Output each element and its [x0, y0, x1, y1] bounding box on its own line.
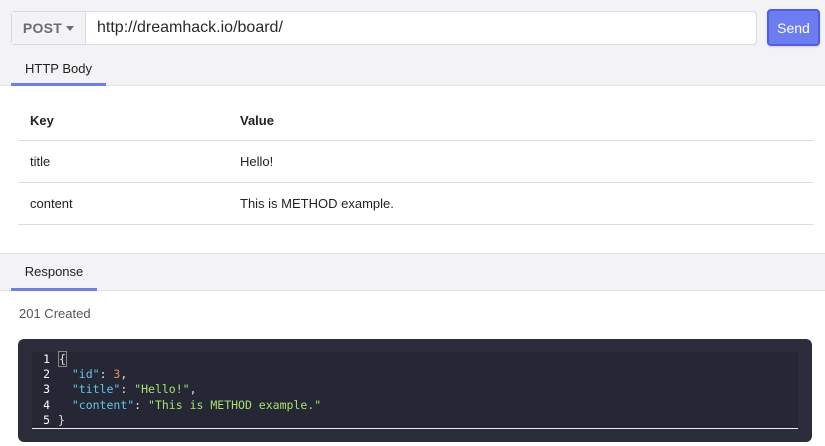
code-line: 1 {: [32, 351, 798, 367]
tab-response[interactable]: Response: [11, 254, 97, 291]
send-button[interactable]: Send: [767, 9, 820, 46]
row-value[interactable]: This is METHOD example.: [240, 196, 813, 211]
response-code-block: 1 { 2 "id": 3, 3 "title": "Hello!", 4 "c…: [18, 339, 812, 442]
url-input-group: POST http://dreamhack.io/board/: [11, 11, 757, 45]
table-row: title Hello!: [18, 141, 813, 183]
value-header: Value: [240, 112, 274, 128]
row-key[interactable]: content: [18, 196, 240, 211]
row-value[interactable]: Hello!: [240, 154, 813, 169]
line-number: 1: [43, 352, 50, 366]
row-key[interactable]: title: [18, 154, 240, 169]
line-number: 4: [43, 397, 50, 412]
code-line: 2 "id": 3,: [32, 367, 798, 382]
chevron-down-icon: [66, 26, 75, 31]
code-line: 5 }: [32, 413, 798, 428]
key-header: Key: [30, 112, 54, 128]
table-row: content This is METHOD example.: [18, 183, 813, 225]
tab-http-body[interactable]: HTTP Body: [11, 54, 106, 86]
json-key: "id": [71, 367, 100, 382]
json-close-brace: }: [58, 412, 65, 427]
response-tab-bar: Response: [0, 253, 825, 291]
json-sep: :: [134, 397, 149, 412]
code-editor[interactable]: 1 { 2 "id": 3, 3 "title": "Hello!", 4 "c…: [32, 351, 798, 429]
json-comma: ,: [189, 382, 197, 397]
json-comma: ,: [120, 367, 128, 382]
json-sep: :: [99, 367, 114, 382]
method-select[interactable]: POST: [12, 12, 86, 44]
status-text: 201 Created: [19, 306, 91, 321]
table-header: Key Value: [18, 100, 813, 141]
code-line: 3 "title": "Hello!",: [32, 382, 798, 397]
json-sep: :: [120, 382, 135, 397]
body-table: Key Value title Hello! content This is M…: [18, 100, 813, 225]
line-number: 5: [43, 412, 50, 427]
json-key: "title": [71, 382, 121, 397]
code-line: 4 "content": "This is METHOD example.": [32, 398, 798, 413]
json-string: "This is METHOD example.": [148, 397, 322, 412]
request-bar: POST http://dreamhack.io/board/ Send HTT…: [0, 0, 825, 86]
line-number: 2: [43, 367, 50, 382]
json-key: "content": [71, 397, 135, 412]
method-label: POST: [22, 20, 63, 36]
json-open-brace: {: [58, 351, 67, 367]
line-number: 3: [43, 382, 50, 397]
url-input[interactable]: http://dreamhack.io/board/: [86, 12, 756, 44]
json-string: "Hello!": [134, 382, 190, 397]
